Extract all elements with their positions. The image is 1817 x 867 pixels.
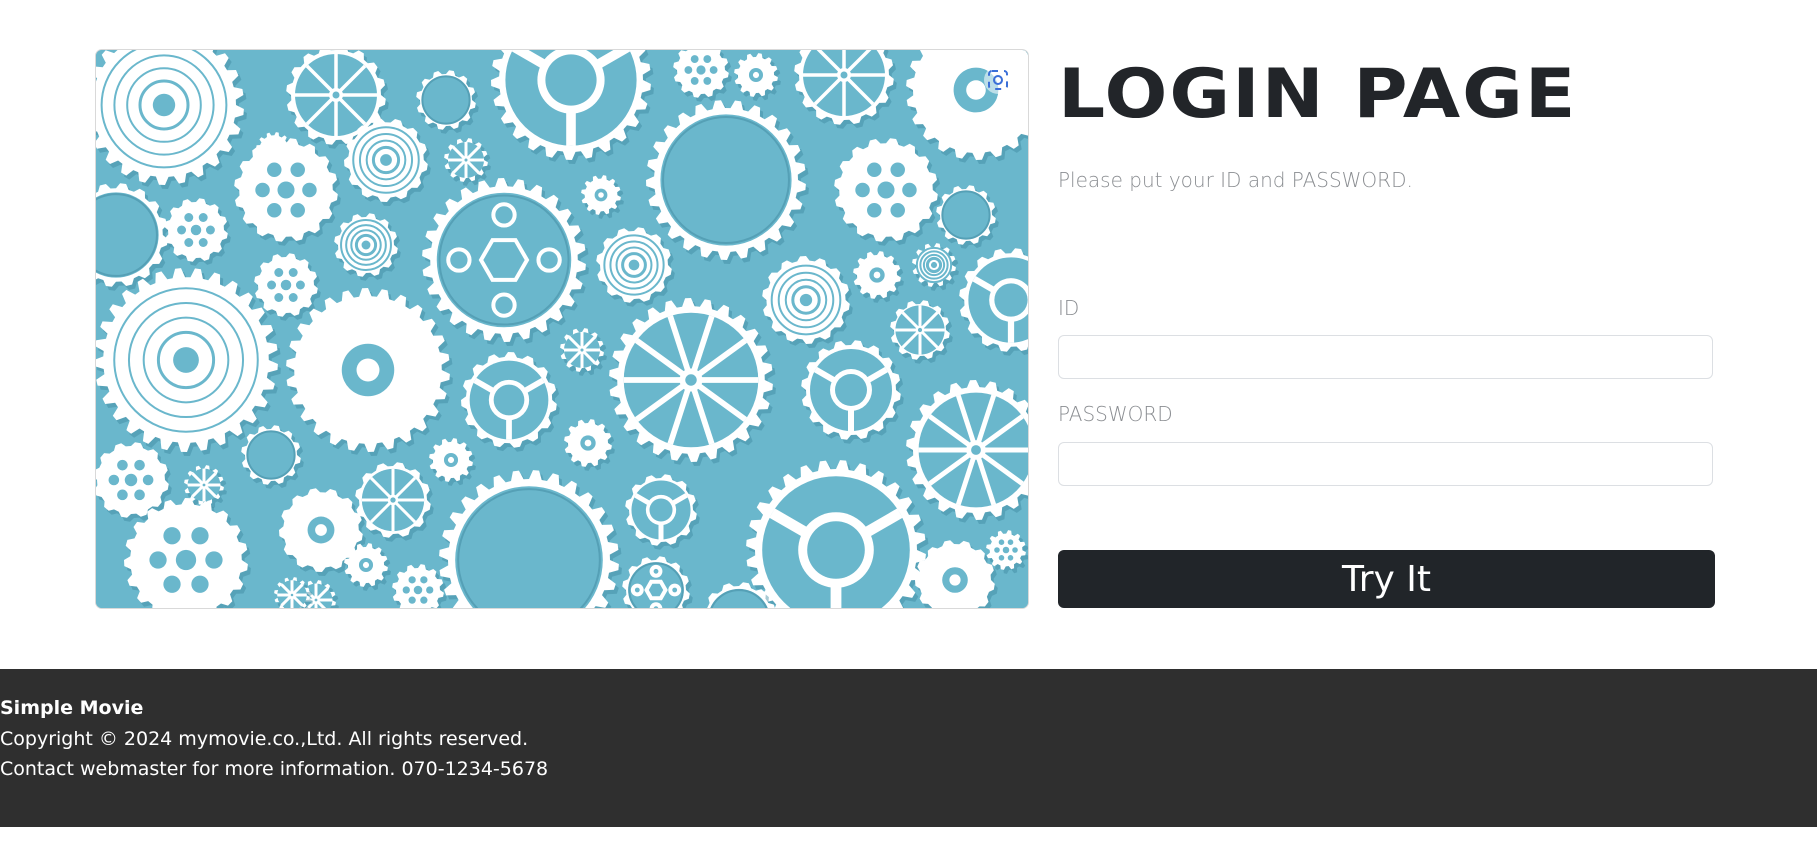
footer: Simple Movie Copyright © 2024 mymovie.co… <box>0 669 1817 827</box>
gears-illustration <box>96 50 1028 608</box>
password-label: PASSWORD <box>1058 402 1173 426</box>
footer-contact: Contact webmaster for more information. … <box>0 758 549 780</box>
login-panel: LOGIN PAGE Please put your ID and PASSWO… <box>1058 54 1715 608</box>
id-input[interactable] <box>1058 335 1713 379</box>
page-subtitle: Please put your ID and PASSWORD. <box>1058 168 1413 192</box>
id-label: ID <box>1058 296 1080 320</box>
page-title: LOGIN PAGE <box>1058 54 1578 134</box>
footer-copyright: Copyright © 2024 mymovie.co.,Ltd. All ri… <box>0 728 529 750</box>
footer-brand: Simple Movie <box>0 697 144 719</box>
try-it-button[interactable]: Try It <box>1058 550 1715 608</box>
gears-image <box>95 49 1029 609</box>
password-input[interactable] <box>1058 442 1713 486</box>
screenshot-scan-icon[interactable] <box>984 66 1012 94</box>
